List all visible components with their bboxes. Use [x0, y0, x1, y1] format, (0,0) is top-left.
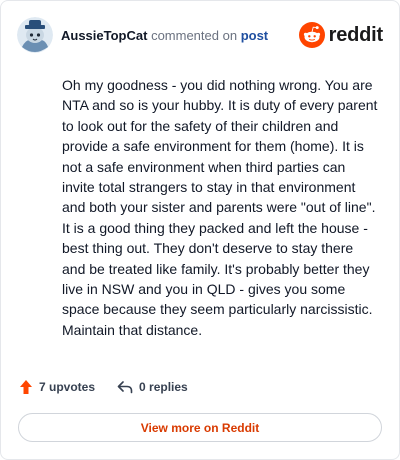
view-more-on-reddit-button[interactable]: View more on Reddit: [18, 413, 382, 442]
comment-body: Oh my goodness - you did nothing wrong. …: [62, 77, 378, 338]
embedded-comment-card: AussieTopCat commented on post reddit Oh…: [0, 0, 400, 460]
comment-header: AussieTopCat commented on post reddit: [17, 15, 383, 55]
reply-arrow-icon: [117, 381, 133, 394]
comment-actions: 7 upvotes 0 replies: [19, 379, 210, 395]
reddit-snoo-icon: [298, 22, 325, 48]
reddit-wordmark: reddit: [328, 23, 384, 46]
reply-count: 0 replies: [139, 380, 188, 394]
byline-action-text: commented on: [151, 27, 238, 43]
byline: AussieTopCat commented on post: [61, 28, 268, 43]
author-name[interactable]: AussieTopCat: [61, 28, 147, 43]
post-link[interactable]: post: [241, 28, 268, 43]
upvote-arrow-icon: [20, 380, 32, 394]
upvote-button[interactable]: 7 upvotes: [19, 379, 95, 395]
reply-button[interactable]: 0 replies: [117, 380, 188, 394]
reddit-logo[interactable]: reddit: [298, 22, 384, 48]
avatar[interactable]: [17, 17, 53, 53]
upvote-count: 7 upvotes: [39, 380, 96, 394]
